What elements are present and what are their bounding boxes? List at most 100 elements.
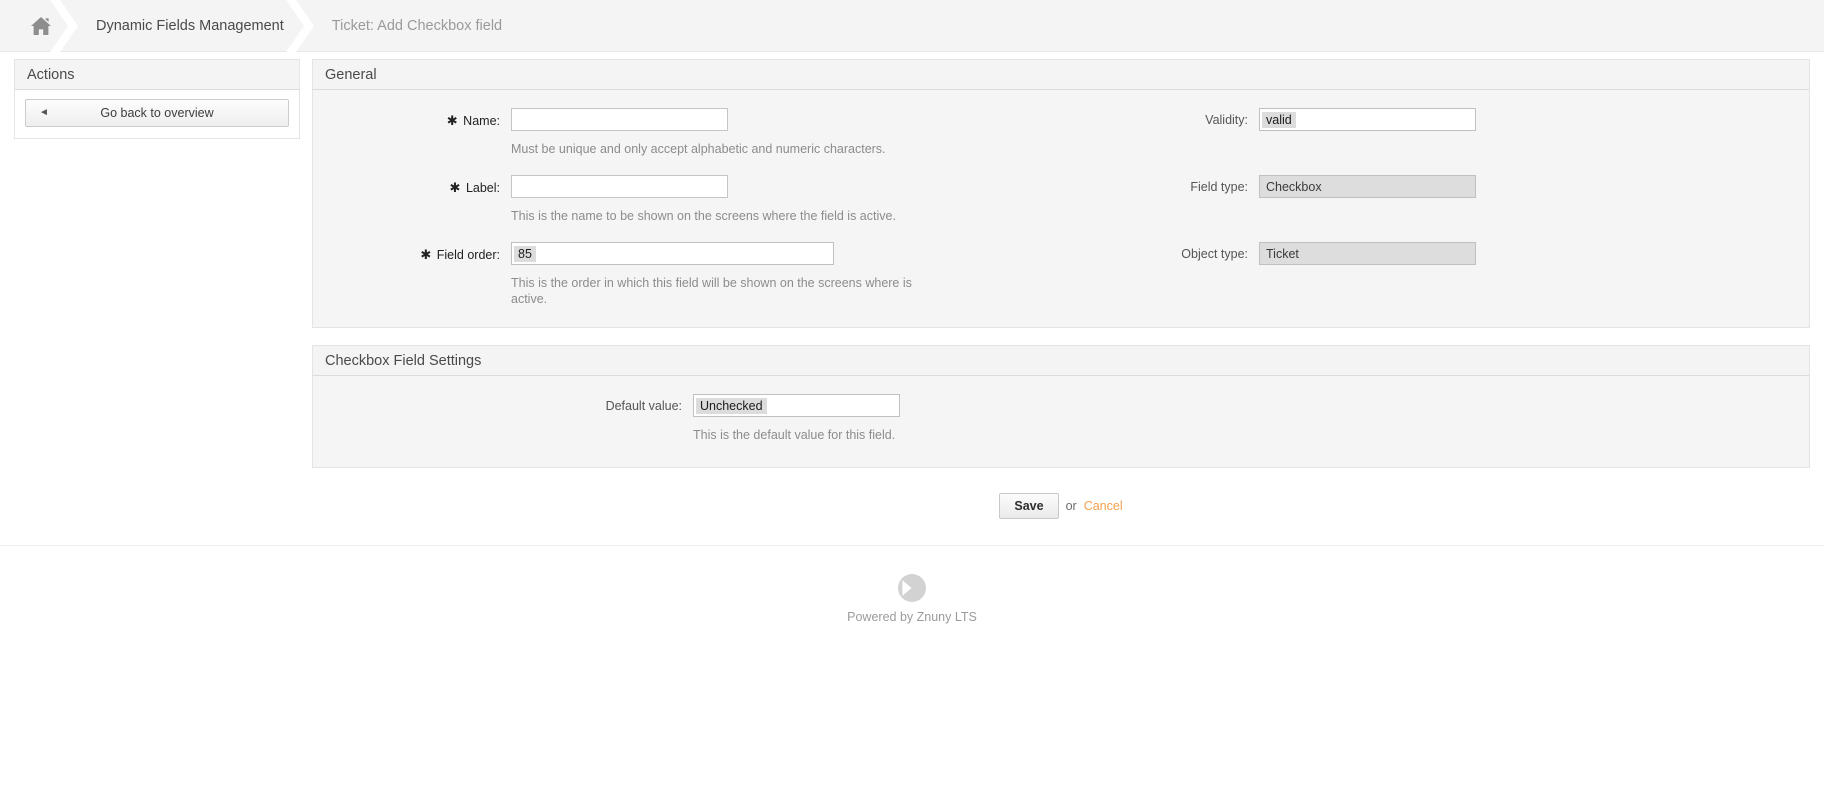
default-value-select[interactable]: Unchecked: [693, 394, 900, 417]
default-value-label: Default value:: [313, 394, 693, 413]
field-order-hint-spacer: [313, 269, 511, 274]
sidebar: Actions ◄ Go back to overview: [14, 59, 300, 139]
validity-label: Validity:: [1061, 108, 1259, 127]
name-hint: Must be unique and only accept alphabeti…: [511, 141, 931, 157]
field-order-label-text: Field order:: [437, 248, 500, 262]
field-order-select[interactable]: 85: [511, 242, 834, 265]
label-label: ✱ Label:: [313, 175, 511, 196]
default-value-hint-row: This is the default value for this field…: [313, 421, 1809, 443]
validity-spacer-row: [1061, 135, 1809, 171]
breadcrumb-label: Dynamic Fields Management: [96, 18, 284, 34]
label-input[interactable]: [511, 175, 728, 198]
name-label: ✱ Name:: [313, 108, 511, 129]
actions-panel-body: ◄ Go back to overview: [15, 90, 299, 138]
save-button[interactable]: Save: [999, 493, 1058, 519]
validity-selected-value: valid: [1262, 112, 1296, 128]
general-section-title: General: [325, 67, 377, 83]
or-label: or: [1066, 499, 1077, 513]
required-marker-icon: ✱: [420, 247, 431, 262]
breadcrumb-separator-icon: [282, 0, 316, 51]
default-value-control: Unchecked: [693, 394, 1809, 417]
actions-panel-title: Actions: [14, 59, 300, 90]
content-area: General ✱ Name:: [312, 59, 1810, 545]
field-order-hint-row: This is the order in which this field wi…: [313, 269, 1061, 307]
field-type-spacer: [1061, 202, 1259, 207]
submit-row: Save or Cancel: [312, 485, 1810, 545]
label-field-row: ✱ Label:: [313, 175, 1061, 198]
checkbox-form: Default value: Unchecked This is the def…: [313, 376, 1809, 467]
field-order-row: ✱ Field order: 85: [313, 242, 1061, 265]
general-widget: General ✱ Name:: [312, 59, 1810, 328]
field-type-label-text: Field type:: [1190, 180, 1248, 194]
field-type-spacer-hint: [1259, 208, 1679, 224]
field-type-label: Field type:: [1061, 175, 1259, 194]
validity-select[interactable]: valid: [1259, 108, 1476, 131]
name-hint-spacer: [313, 135, 511, 140]
breadcrumb-item-dynamic-fields[interactable]: Dynamic Fields Management: [78, 0, 314, 51]
label-label-text: Label:: [466, 181, 500, 195]
breadcrumb-item-current: Ticket: Add Checkbox field: [314, 0, 532, 51]
field-type-spacer-control: [1259, 202, 1809, 238]
field-type-control: Checkbox: [1259, 175, 1809, 198]
field-type-value: Checkbox: [1266, 180, 1322, 194]
default-value-row: Default value: Unchecked: [313, 394, 1809, 417]
field-type-row: Field type: Checkbox: [1061, 175, 1809, 198]
field-order-control: 85: [511, 242, 1061, 265]
footer: Powered by Znuny LTS: [0, 545, 1824, 624]
general-form-grid: ✱ Name: Must be unique and only accept a…: [313, 90, 1809, 327]
object-type-value: Ticket: [1266, 247, 1299, 261]
default-value-hint-control: This is the default value for this field…: [693, 421, 1809, 443]
field-type-spacer-row: [1061, 202, 1809, 238]
required-marker-icon: ✱: [450, 180, 461, 195]
name-hint-row: Must be unique and only accept alphabeti…: [313, 135, 1061, 171]
checkbox-settings-widget: Checkbox Field Settings Default value: U…: [312, 345, 1810, 468]
object-type-label: Object type:: [1061, 242, 1259, 261]
field-order-hint-control: This is the order in which this field wi…: [511, 269, 1061, 307]
general-right-column: Validity: valid: [1061, 90, 1809, 327]
general-left-column: ✱ Name: Must be unique and only accept a…: [313, 90, 1061, 327]
caret-left-icon: ◄: [39, 108, 49, 118]
default-value-selected: Unchecked: [696, 398, 767, 414]
validity-spacer: [1061, 135, 1259, 140]
name-hint-control: Must be unique and only accept alphabeti…: [511, 135, 1061, 171]
checkbox-section-title: Checkbox Field Settings: [325, 353, 481, 369]
checkbox-section-body: Default value: Unchecked This is the def…: [312, 376, 1810, 468]
cancel-link[interactable]: Cancel: [1084, 499, 1123, 513]
label-hint-spacer: [313, 202, 511, 207]
name-field-row: ✱ Name:: [313, 108, 1061, 131]
validity-spacer-hint: [1259, 141, 1679, 157]
breadcrumb-label: Ticket: Add Checkbox field: [332, 18, 502, 34]
label-hint-control: This is the name to be shown on the scre…: [511, 202, 1061, 238]
actions-title-label: Actions: [27, 67, 75, 83]
field-order-selected-value: 85: [514, 246, 536, 262]
object-type-readonly-value: Ticket: [1259, 242, 1476, 265]
general-section-body: ✱ Name: Must be unique and only accept a…: [312, 90, 1810, 328]
default-value-hint-spacer: [313, 421, 693, 426]
actions-panel: ◄ Go back to overview: [14, 90, 300, 139]
name-field-control: [511, 108, 1061, 131]
validity-control: valid: [1259, 108, 1809, 131]
default-value-label-text: Default value:: [606, 399, 682, 413]
main-layout: Actions ◄ Go back to overview General: [0, 52, 1824, 545]
object-type-row: Object type: Ticket: [1061, 242, 1809, 265]
label-hint: This is the name to be shown on the scre…: [511, 208, 931, 224]
general-section-header: General: [312, 59, 1810, 90]
validity-label-text: Validity:: [1205, 113, 1248, 127]
name-input[interactable]: [511, 108, 728, 131]
breadcrumb: Dynamic Fields Management Ticket: Add Ch…: [0, 0, 1824, 52]
breadcrumb-home[interactable]: [14, 0, 78, 51]
go-back-label: Go back to overview: [26, 106, 288, 120]
label-hint-row: This is the name to be shown on the scre…: [313, 202, 1061, 238]
home-icon: [30, 16, 52, 36]
field-type-readonly-value: Checkbox: [1259, 175, 1476, 198]
validity-spacer-control: [1259, 135, 1809, 171]
validity-row: Validity: valid: [1061, 108, 1809, 131]
object-type-label-text: Object type:: [1181, 247, 1248, 261]
label-field-control: [511, 175, 1061, 198]
default-value-hint: This is the default value for this field…: [693, 427, 1113, 443]
footer-text: Powered by Znuny LTS: [0, 610, 1824, 624]
field-order-label: ✱ Field order:: [313, 242, 511, 263]
checkbox-section-header: Checkbox Field Settings: [312, 345, 1810, 376]
go-back-to-overview-button[interactable]: ◄ Go back to overview: [25, 99, 289, 127]
znuny-logo-icon: [898, 574, 926, 602]
